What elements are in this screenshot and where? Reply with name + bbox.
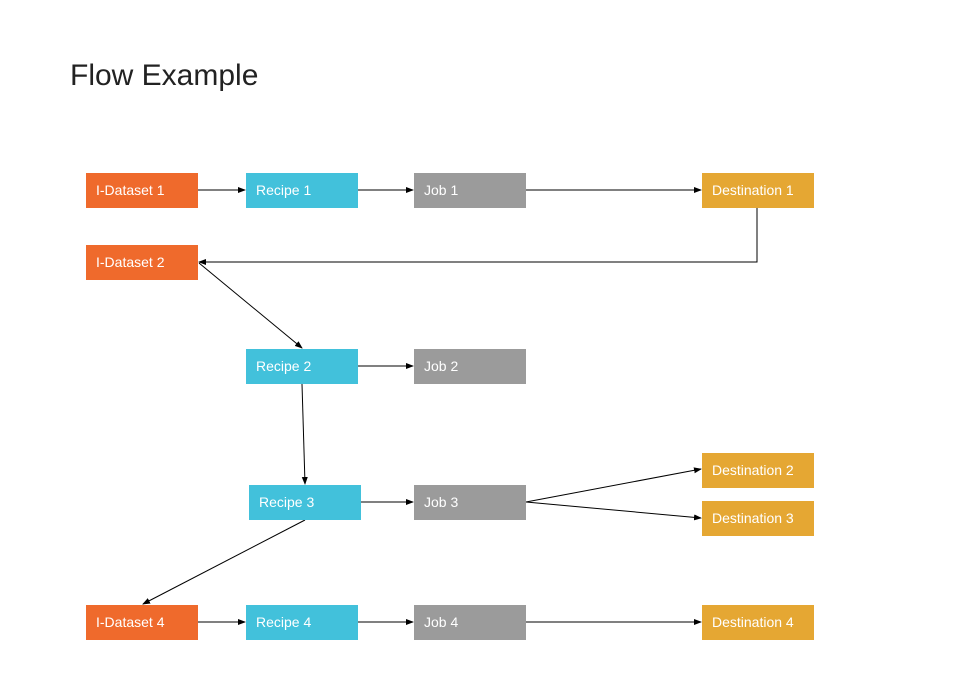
node-d3[interactable]: Destination 3: [702, 501, 814, 536]
node-r4[interactable]: Recipe 4: [246, 605, 358, 640]
edge-j3-to-d2: [525, 467, 702, 503]
node-ds1[interactable]: I-Dataset 1: [86, 173, 198, 208]
edge-d1-to-ds2: [198, 208, 758, 265]
edge-r3-to-ds4: [142, 519, 306, 605]
node-j4[interactable]: Job 4: [414, 605, 526, 640]
node-d4[interactable]: Destination 4: [702, 605, 814, 640]
node-j1[interactable]: Job 1: [414, 173, 526, 208]
edge-ds2-to-r2: [198, 262, 303, 349]
edges-layer: [142, 187, 758, 625]
node-r3[interactable]: Recipe 3: [249, 485, 361, 520]
node-ds2[interactable]: I-Dataset 2: [86, 245, 198, 280]
node-d1[interactable]: Destination 1: [702, 173, 814, 208]
node-r2[interactable]: Recipe 2: [246, 349, 358, 384]
edge-r2-to-r3: [301, 383, 308, 485]
node-d2[interactable]: Destination 2: [702, 453, 814, 488]
node-j2[interactable]: Job 2: [414, 349, 526, 384]
node-r1[interactable]: Recipe 1: [246, 173, 358, 208]
node-ds4[interactable]: I-Dataset 4: [86, 605, 198, 640]
node-j3[interactable]: Job 3: [414, 485, 526, 520]
edge-j3-to-d3: [525, 501, 702, 521]
